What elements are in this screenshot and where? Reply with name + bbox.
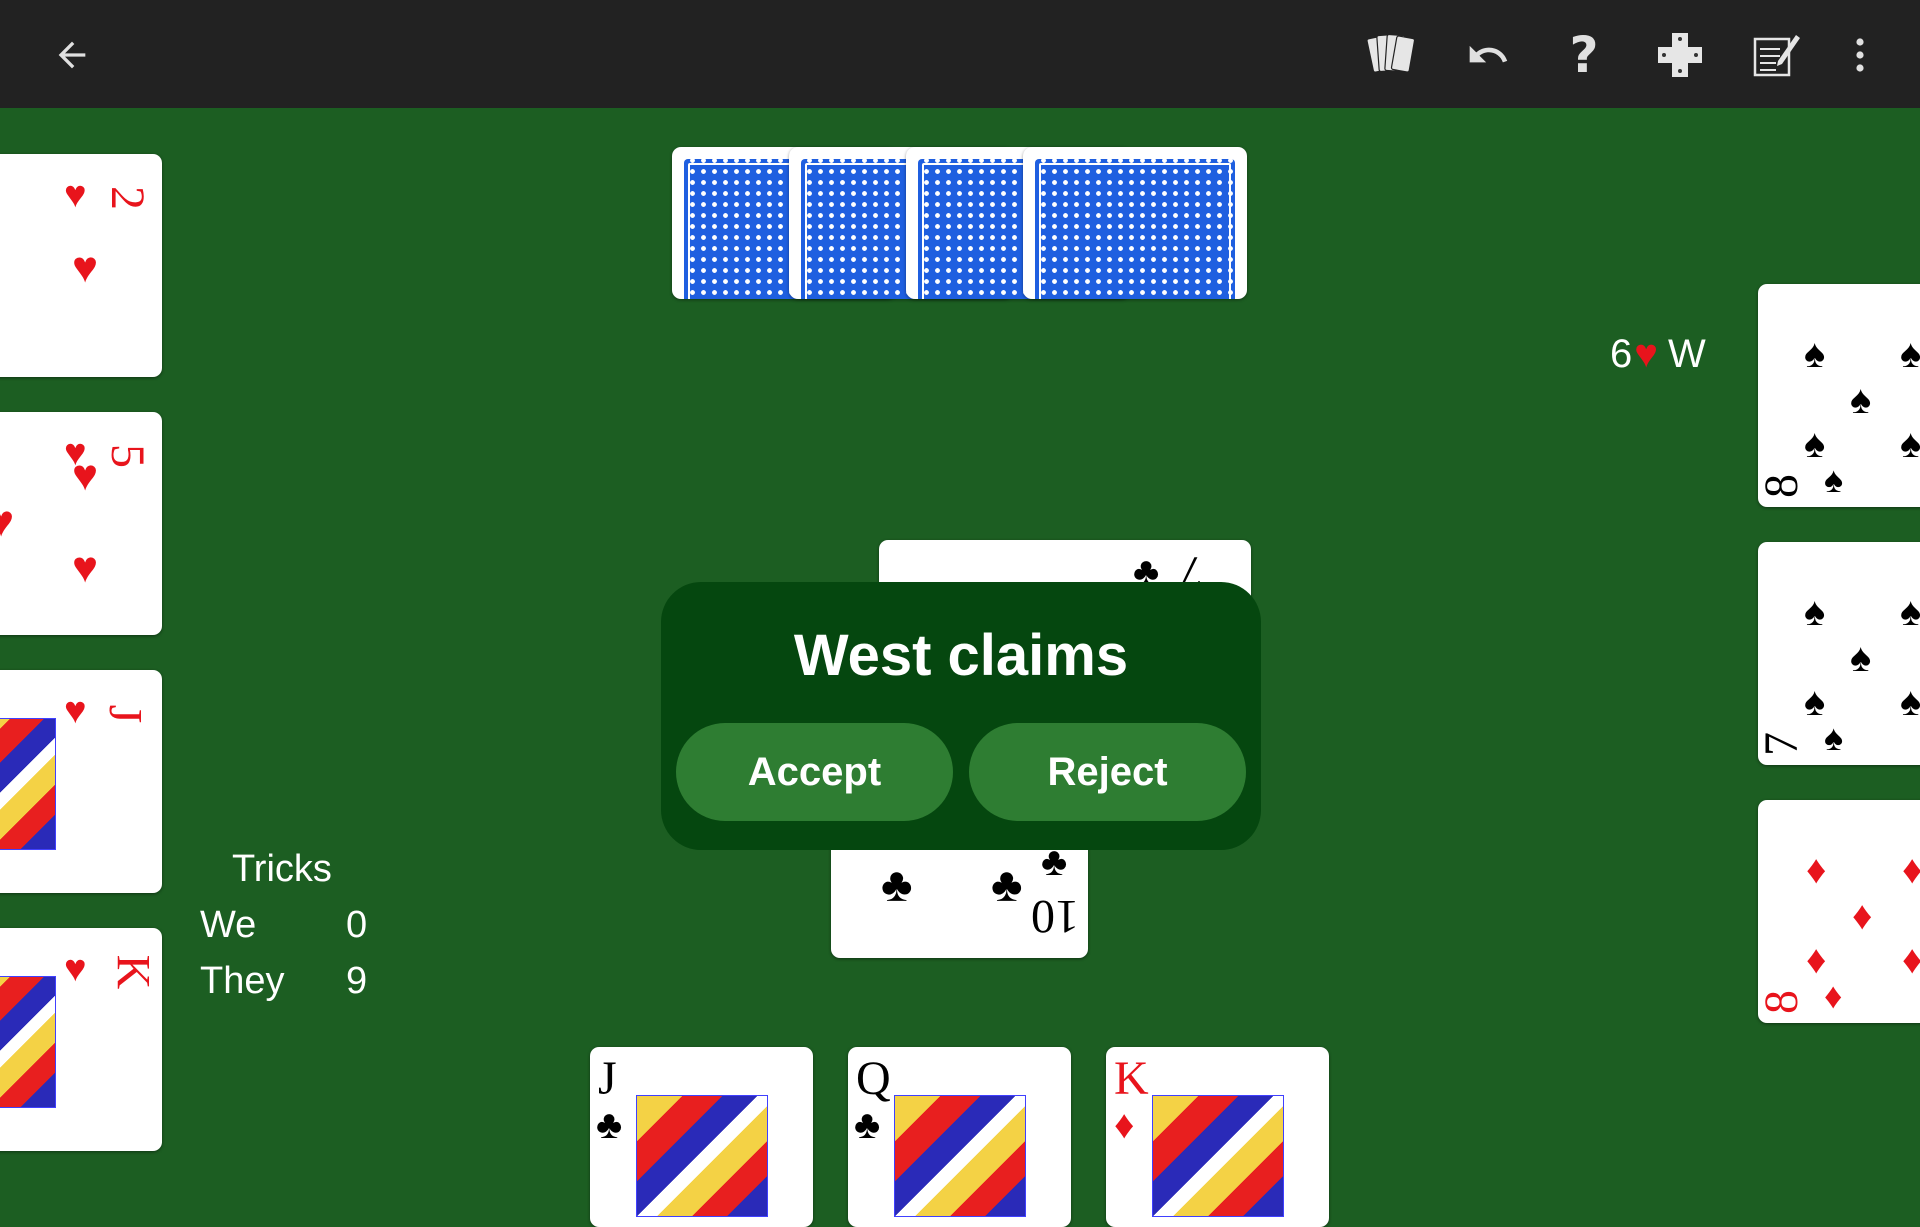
spade-pip-icon: ♠	[1804, 590, 1826, 634]
heart-pip-icon: ♥	[72, 243, 99, 292]
west-card-king-hearts: K ♥	[0, 928, 162, 1151]
card-rank: J	[598, 1052, 617, 1105]
notepad-icon[interactable]	[1748, 27, 1804, 83]
they-tricks-value: 9	[346, 960, 368, 1002]
spade-pip-icon: ♠	[1804, 332, 1826, 376]
east-card-8-spades: 8 ♠ ♠ ♠ ♠ ♠ ♠	[1758, 284, 1920, 507]
west-card-2-hearts: 2 ♥ ♥	[0, 154, 162, 377]
heart-pip-icon: ♥	[0, 497, 15, 546]
dpad-icon[interactable]	[1652, 27, 1708, 83]
spade-pip-icon: ♠	[1804, 680, 1826, 724]
diamond-pip-icon: ♦	[1852, 894, 1873, 938]
contract-indicator: 6 ♥ W	[1610, 332, 1706, 377]
spade-pip-icon: ♠	[1900, 590, 1920, 634]
tricks-title: Tricks	[232, 848, 332, 890]
diamond-pip-icon: ♦	[1806, 938, 1827, 982]
contract-declarer: W	[1668, 332, 1706, 376]
card-rank: Q	[856, 1052, 891, 1105]
south-card-king-diamonds[interactable]: K ♦ ♦	[1106, 1047, 1329, 1227]
spade-pip-icon: ♠	[1900, 680, 1920, 724]
card-suit-icon: ♥	[64, 948, 87, 990]
card-rank: K	[1114, 1052, 1149, 1105]
card-rank: 10	[1031, 890, 1079, 943]
card-rank: K	[106, 954, 160, 990]
diamond-pip-icon: ♦	[1806, 848, 1827, 892]
club-pip-icon: ♣	[991, 859, 1023, 912]
heart-pip-icon: ♥	[72, 451, 99, 500]
diamond-pip-icon: ♦	[1902, 938, 1920, 982]
they-label: They	[200, 960, 285, 1002]
spade-pip-icon: ♠	[1850, 636, 1872, 680]
east-card-8-diamonds: 8 ♦ ♦ ♦ ♦ ♦ ♦	[1758, 800, 1920, 1023]
south-card-jack-clubs[interactable]: J ♣ ♣	[590, 1047, 813, 1227]
king-face-image	[0, 976, 56, 1108]
king-face-image	[1152, 1095, 1284, 1217]
heart-suit-icon: ♥	[1634, 332, 1658, 376]
west-card-5-hearts: 5 ♥ ♥ ♥ ♥	[0, 412, 162, 635]
south-card-queen-clubs[interactable]: Q ♣ ♣	[848, 1047, 1071, 1227]
card-rank: 2	[101, 186, 154, 210]
card-suit-icon: ♠	[1824, 459, 1844, 500]
east-card-7-spades: 7 ♠ ♠ ♠ ♠ ♠ ♠	[1758, 542, 1920, 765]
card-rank: 7	[1758, 732, 1808, 756]
jack-face-image	[0, 718, 56, 850]
club-pip-icon: ♣	[881, 859, 913, 912]
spade-pip-icon: ♠	[1900, 332, 1920, 376]
diamond-pip-icon: ♦	[1902, 848, 1920, 892]
card-rank: 8	[1758, 474, 1808, 498]
card-back	[1023, 147, 1247, 299]
card-suit-icon: ♥	[64, 690, 87, 732]
spade-pip-icon: ♠	[1900, 422, 1920, 466]
card-rank: J	[98, 704, 152, 724]
back-arrow-icon[interactable]	[44, 27, 100, 83]
more-vert-icon[interactable]	[1832, 27, 1888, 83]
queen-face-image	[894, 1095, 1026, 1217]
diamond-suit-icon: ♦	[1114, 1103, 1135, 1147]
we-tricks-value: 0	[346, 904, 368, 946]
card-suit-icon: ♠	[1824, 717, 1844, 758]
jack-face-image	[636, 1095, 768, 1217]
help-icon[interactable]: ?	[1556, 26, 1612, 84]
claim-dialog: West claims Accept Reject	[661, 582, 1261, 850]
card-suit-icon: ♥	[64, 174, 87, 216]
toolbar: ?	[0, 0, 1920, 108]
club-suit-icon: ♣	[854, 1103, 881, 1147]
card-rank: 8	[1758, 990, 1808, 1014]
accept-button[interactable]: Accept	[676, 723, 953, 821]
cards-hand-icon[interactable]	[1364, 27, 1420, 83]
card-rank: 5	[101, 444, 154, 468]
heart-pip-icon: ♥	[72, 543, 99, 592]
spade-pip-icon: ♠	[1804, 422, 1826, 466]
dialog-title: West claims	[793, 623, 1129, 688]
spade-pip-icon: ♠	[1850, 378, 1872, 422]
club-suit-icon: ♣	[596, 1103, 623, 1147]
reject-button[interactable]: Reject	[969, 723, 1246, 821]
we-label: We	[200, 904, 257, 946]
contract-level: 6	[1610, 332, 1633, 376]
west-card-jack-hearts: J ♥	[0, 670, 162, 893]
undo-icon[interactable]	[1460, 27, 1516, 83]
card-suit-icon: ♦	[1824, 975, 1843, 1016]
